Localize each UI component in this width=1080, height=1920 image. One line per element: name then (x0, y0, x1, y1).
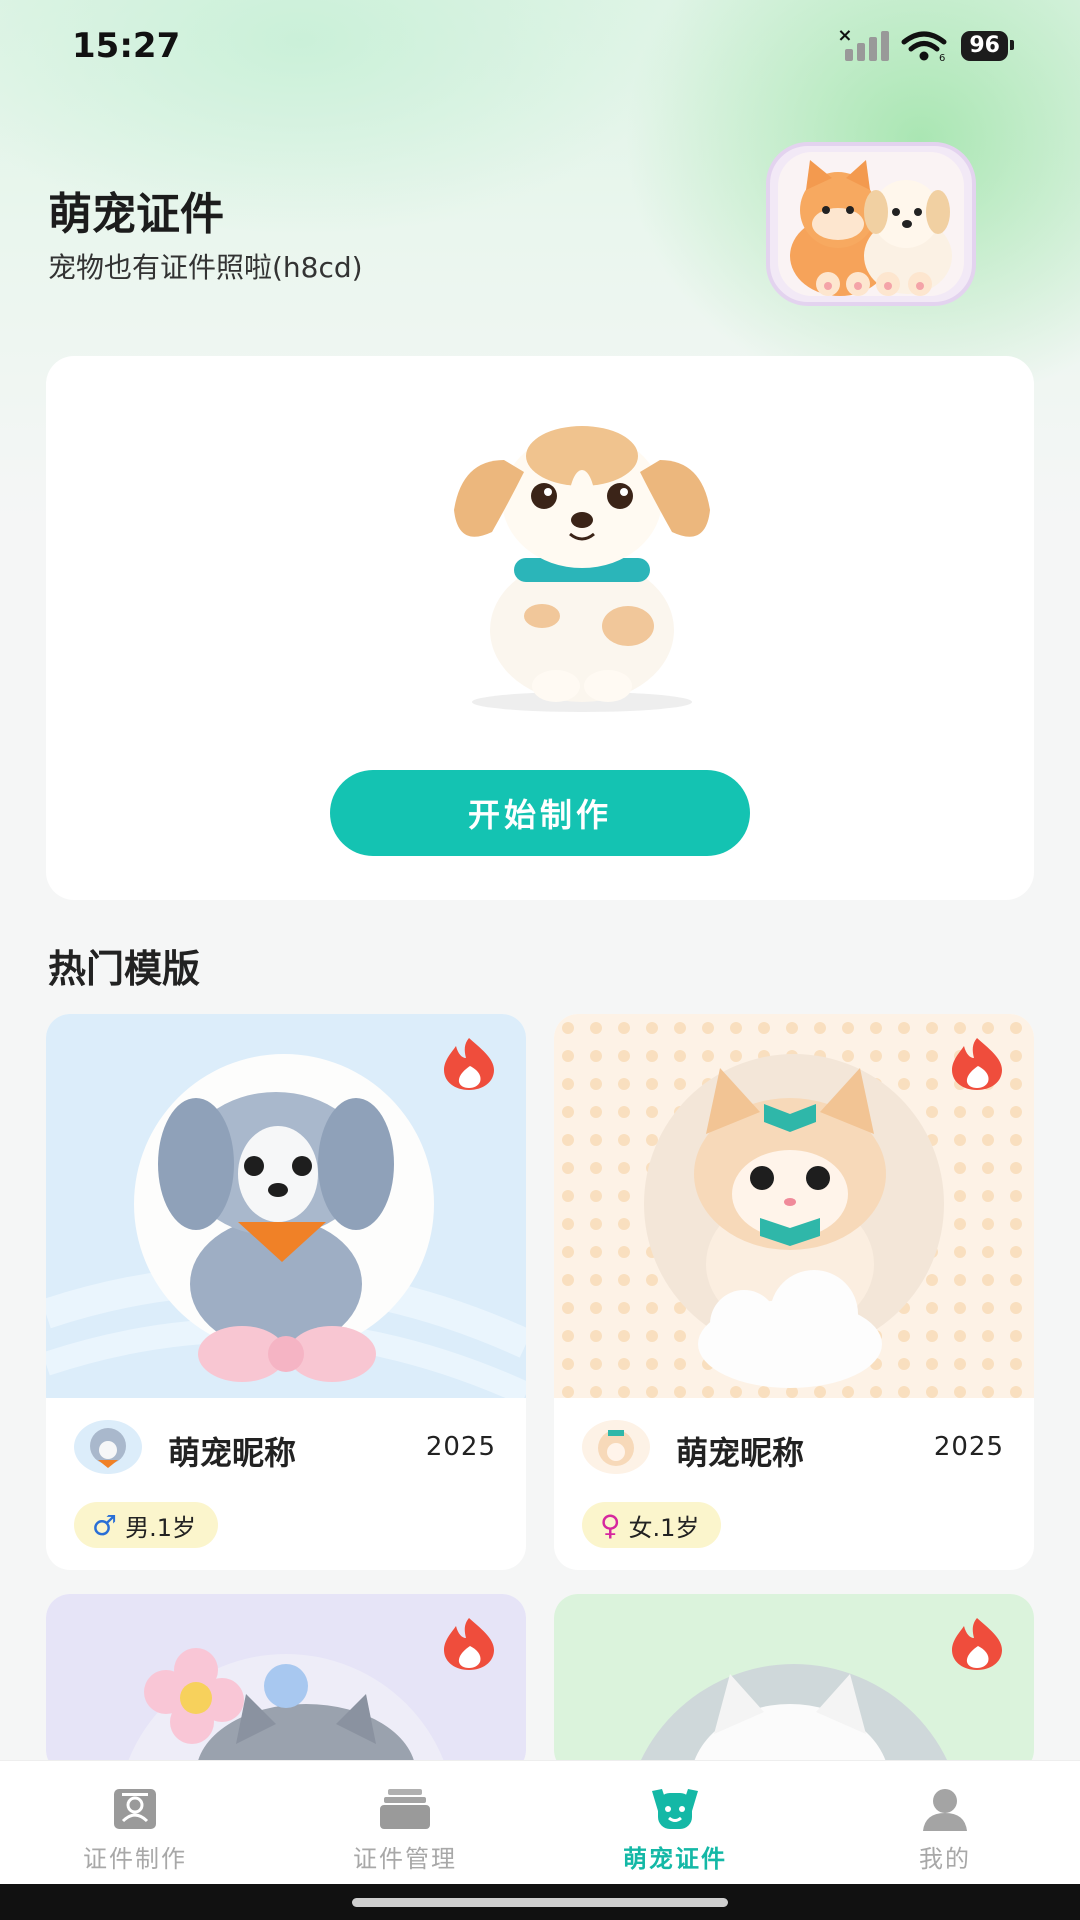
tab-id-management[interactable]: 证件管理 (270, 1761, 540, 1884)
hot-fire-icon (952, 1618, 1002, 1670)
pet-year: 2025 (425, 1432, 496, 1462)
bottom-nav: 证件制作 证件管理 萌宠证件 我的 (0, 1760, 1080, 1884)
tab-label: 证件制作 (83, 1845, 187, 1873)
pet-name: 萌宠昵称 (676, 1434, 805, 1472)
cat-dog-badge-image (766, 142, 976, 306)
wifi-icon: 6 (901, 31, 947, 62)
hot-fire-icon (444, 1038, 494, 1090)
id-card-icon (114, 1789, 156, 1829)
gender-age-tag: ♂ 男.1岁 (74, 1502, 219, 1548)
dog-face-icon (652, 1789, 698, 1829)
template-card[interactable]: 萌宠昵称 2025 ♀ 女.1岁 (554, 1014, 1034, 1570)
template-card[interactable] (554, 1594, 1034, 1774)
pet-year: 2025 (933, 1432, 1004, 1462)
cell-signal-icon: × (837, 25, 890, 61)
gender-age-label: 男.1岁 (125, 1513, 197, 1542)
status-icons: × 6 96 (837, 25, 1014, 62)
hot-fire-icon (444, 1618, 494, 1670)
status-bar: 15:27 × 6 96 (0, 0, 1080, 96)
gender-age-tag: ♀ 女.1岁 (582, 1502, 722, 1548)
gender-age-label: 女.1岁 (628, 1513, 700, 1542)
pet-name: 萌宠昵称 (168, 1434, 297, 1472)
battery-indicator: 96 (961, 31, 1014, 61)
tab-label: 萌宠证件 (623, 1845, 727, 1873)
status-time: 15:27 (72, 26, 181, 66)
template-card[interactable] (46, 1594, 526, 1774)
tab-label: 证件管理 (353, 1845, 457, 1873)
system-gesture-area (0, 1884, 1080, 1920)
home-indicator[interactable] (352, 1898, 728, 1907)
page-title: 萌宠证件 (48, 189, 224, 240)
tab-mine[interactable]: 我的 (810, 1761, 1080, 1884)
create-card: 开始制作 (46, 356, 1034, 900)
tab-pet-id[interactable]: 萌宠证件 (540, 1761, 810, 1884)
tab-id-photo-making[interactable]: 证件制作 (0, 1761, 270, 1884)
section-title-hot-templates: 热门模版 (48, 947, 201, 991)
hot-fire-icon (952, 1038, 1002, 1090)
folder-stack-icon (380, 1789, 430, 1829)
template-info: 萌宠昵称 2025 ♂ 男.1岁 (46, 1398, 526, 1570)
user-icon (923, 1789, 967, 1831)
template-info: 萌宠昵称 2025 ♀ 女.1岁 (554, 1398, 1034, 1570)
tab-label: 我的 (919, 1845, 971, 1873)
pet-avatar (74, 1420, 142, 1474)
start-making-button[interactable]: 开始制作 (330, 770, 750, 856)
male-icon: ♂ (92, 1508, 118, 1542)
female-icon: ♀ (600, 1508, 621, 1542)
svg-text:6: 6 (939, 53, 945, 62)
pet-avatar (582, 1420, 650, 1474)
puppy-illustration (454, 426, 710, 712)
template-card[interactable]: 萌宠昵称 2025 ♂ 男.1岁 (46, 1014, 526, 1570)
page-subtitle: 宠物也有证件照啦(h8cd) (48, 251, 363, 284)
